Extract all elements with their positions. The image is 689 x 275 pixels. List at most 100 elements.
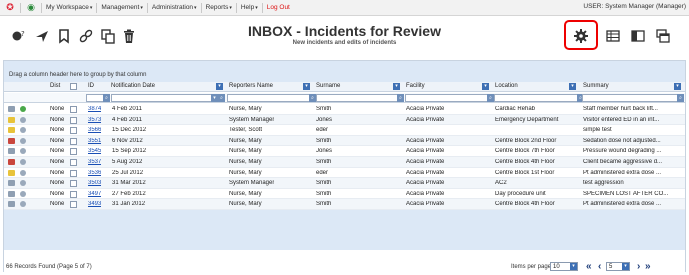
id-filter-input[interactable] [86,94,104,102]
row-checkbox[interactable] [70,137,77,145]
column-header-summary[interactable]: Summary [583,83,609,89]
columns-icon[interactable] [629,27,647,45]
column-filter-icon[interactable]: ▾ [482,83,489,90]
windows-icon[interactable] [654,27,672,45]
dist-cell: None [50,180,65,187]
calendar-filter-icon[interactable]: ▾ [211,94,218,102]
column-filter-icon[interactable]: ▾ [216,83,223,90]
group-by-bar[interactable]: Drag a column header here to group by th… [4,61,685,82]
gear-icon[interactable] [572,27,590,45]
items-per-page-select[interactable]: 10 ▾ [550,262,578,271]
column-header-dist[interactable]: Dist [50,83,60,89]
id-link[interactable]: 3493 [88,201,101,207]
table-row[interactable]: None 3536 25 Jul 2012 Nurse, Mary eder A… [4,168,685,179]
row-checkbox[interactable] [70,158,77,166]
table-row[interactable]: None 3573 4 Feb 2011 System Manager Jone… [4,114,685,126]
last-page-icon[interactable]: » [645,261,651,272]
id-link[interactable]: 3497 [88,191,101,197]
table-row[interactable]: None 3537 5 Aug 2012 Nurse, Mary Smith A… [4,156,685,168]
location-filter-input[interactable] [494,94,578,102]
next-page-icon[interactable]: › [637,261,640,272]
surname-cell: Smith [316,201,332,208]
refresh-icon[interactable]: ◉ [25,2,37,14]
column-filter-icon[interactable]: ▾ [674,83,681,90]
surname-cell: Smith [316,190,332,197]
nav-management[interactable]: Management▾ [101,4,142,11]
surname-filter-input[interactable] [316,94,398,102]
row-checkbox[interactable] [70,201,77,209]
table-row[interactable]: None 3497 27 Feb 2012 Nurse, Mary Smith … [4,189,685,200]
date-filter-input[interactable] [111,94,212,102]
table-row[interactable]: None 3493 31 Jan 2012 Nurse, Mary Smith … [4,199,685,210]
row-checkbox[interactable] [70,148,77,156]
table-row[interactable]: None 3503 31 Mar 2012 System Manager Smi… [4,178,685,189]
id-link[interactable]: 3545 [88,148,101,154]
previous-page-icon[interactable]: ‹ [598,261,601,272]
id-link[interactable]: 3503 [88,180,101,186]
chevron-down-icon: ▾ [622,263,629,270]
table-row[interactable]: None 3566 15 Dec 2012 Tester, Scott eder… [4,125,685,136]
status-icon [20,201,26,208]
reporter-cell: System Manager [229,180,275,187]
row-checkbox[interactable] [70,127,77,135]
id-link[interactable]: 3874 [88,106,101,112]
column-header-facility[interactable]: Facility [406,83,425,89]
date-cell: 31 Jan 2012 [112,201,146,208]
surname-cell: Smith [316,106,332,112]
grid-header: Dist ID Notification Date ▾ Reporters Na… [4,82,685,92]
summary-filter-input[interactable] [582,94,678,102]
row-checkbox[interactable] [70,106,77,113]
column-header-reporters-name[interactable]: Reporters Name [229,83,273,89]
location-cell: Cardiac Rehab [495,106,536,112]
chevron-down-icon: ▾ [194,5,197,11]
location-cell: Day procedure unit [495,190,546,197]
logout-link[interactable]: Log Out [267,4,290,11]
id-link[interactable]: 3566 [88,127,101,133]
nav-administration[interactable]: Administration▾ [152,4,197,11]
filter-button-icon[interactable]: ⌕ [677,94,684,102]
reporter-filter-input[interactable] [227,94,310,102]
record-type-icon [8,116,15,123]
filter-button-icon[interactable]: ⌕ [218,94,225,102]
surname-cell: Smith [316,158,332,165]
row-checkbox[interactable] [70,180,77,188]
id-link[interactable]: 3536 [88,170,101,176]
filter-button-icon[interactable]: ⌕ [103,94,110,102]
nav-separator [20,2,21,13]
surname-cell: eder [316,169,329,176]
table-row[interactable]: None 3551 6 Nov 2012 Nurse, Mary Smith A… [4,135,685,147]
star-icon[interactable]: ✪ [4,2,16,14]
page-number-select[interactable]: 5 ▾ [606,262,630,271]
nav-help[interactable]: Help▾ [241,4,258,11]
column-header-notification-date[interactable]: Notification Date [111,83,155,89]
row-checkbox[interactable] [70,190,77,198]
column-header-id[interactable]: ID [88,83,94,89]
filter-button-icon[interactable]: ⌕ [487,94,494,102]
grid-footer-strip [4,210,685,250]
column-filter-icon[interactable]: ▾ [393,83,400,90]
status-icon [20,106,26,112]
group-hint-text: Drag a column header here to group by th… [9,72,147,78]
select-all-checkbox[interactable] [70,83,77,90]
id-link[interactable]: 3551 [88,138,101,144]
id-link[interactable]: 3537 [88,159,101,165]
grid-view-icon[interactable] [604,27,622,45]
row-checkbox[interactable] [70,116,77,124]
column-filter-icon[interactable]: ▾ [303,83,310,90]
column-filter-icon[interactable]: ▾ [569,83,576,90]
filter-button-icon[interactable]: ⌕ [309,94,316,102]
row-checkbox[interactable] [70,169,77,177]
facility-filter-input[interactable] [405,94,488,102]
nav-reports[interactable]: Reports▾ [206,4,232,11]
record-type-icon [8,148,15,155]
id-link[interactable]: 3573 [88,117,101,123]
table-row[interactable]: None 3545 15 Sep 2012 Nurse, Mary Jones … [4,146,685,157]
facility-cell: Acacia Private [406,180,445,187]
filter-button-icon[interactable]: ⌕ [397,94,404,102]
first-page-icon[interactable]: « [586,261,592,272]
column-header-surname[interactable]: Surname [316,83,340,89]
nav-separator [200,2,202,13]
table-row[interactable]: None 3874 4 Feb 2011 Nurse, Mary Smith A… [4,104,685,115]
column-header-location[interactable]: Location [495,83,518,89]
nav-my-workspace[interactable]: My Workspace▾ [46,4,92,11]
